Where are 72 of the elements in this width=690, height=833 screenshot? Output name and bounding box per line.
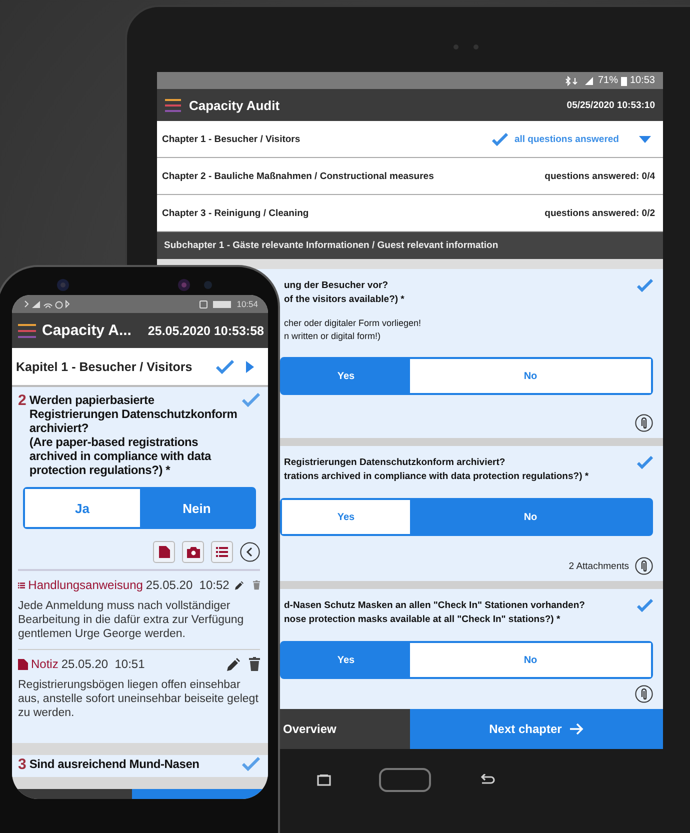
triangle-right-icon[interactable] xyxy=(246,360,254,372)
trash-icon[interactable] xyxy=(249,657,260,671)
entry-text: Jede Anmeldung muss nach vollständiger Bearbeitung in die dafür extra zur Verfügung gentlemen Urge George werden. xyxy=(18,599,245,641)
chapter-row[interactable]: Kapitel 1 - Besucher / Visitors xyxy=(12,348,268,387)
chapter-row[interactable]: Chapter 1 - Besucher / Visitors all questions answered xyxy=(157,121,663,158)
collapse-icon[interactable] xyxy=(240,542,260,562)
answer-button[interactable]: Yes xyxy=(282,359,410,393)
entry-type: Notiz xyxy=(31,657,58,671)
hint-text: cher oder digitaler Form vorliegen! xyxy=(284,317,422,330)
date-time: 05/25/2020 10:53:10 xyxy=(566,100,655,110)
question-text: Registrierungen Datenschutzkonform archiviert? xyxy=(284,456,506,470)
menu-icon[interactable] xyxy=(165,98,181,112)
chapter-row[interactable]: Chapter 2 - Bauliche Maßnahmen / Constructional measures questions answered: 0/4 xyxy=(157,158,663,195)
paperclip-icon[interactable] xyxy=(635,557,653,575)
note-icon xyxy=(18,658,28,670)
menu-icon[interactable] xyxy=(18,324,36,338)
chapter-status: questions answered: 0/4 xyxy=(544,170,655,182)
entry-text: Registrierungsbögen liegen offen einsehbar aus, anstelle sofort uneinsehbar beiseite gelegt zu werden. xyxy=(18,678,260,720)
list-button[interactable] xyxy=(211,541,233,563)
question-text: of the visitors available?) * xyxy=(284,293,406,307)
question-text: ung der Besucher vor? xyxy=(284,279,389,293)
note-icon xyxy=(158,546,170,558)
pencil-icon[interactable] xyxy=(235,578,244,592)
app-title: Capacity Audit xyxy=(189,98,281,112)
camera-button[interactable] xyxy=(182,541,204,563)
add-note-button[interactable] xyxy=(153,541,175,563)
answer-button[interactable]: Yes xyxy=(282,643,410,677)
entry-date: 25.05.20 10:51 xyxy=(61,657,145,671)
attachments-count: 2 Attachments xyxy=(568,560,629,572)
caret-icon[interactable] xyxy=(639,136,651,142)
camera-icon xyxy=(453,44,479,50)
entry-date: 25.05.20 10:52 xyxy=(146,578,230,592)
list-icon xyxy=(18,580,26,590)
camera-icon xyxy=(186,546,200,558)
battery-level: 71% xyxy=(598,75,618,86)
clock: 10:54 xyxy=(236,299,258,309)
subchapter-title: Subchapter 1 - Gäste relevante Informationen / Guest relevant information xyxy=(164,240,498,251)
recent-apps-icon[interactable] xyxy=(317,774,331,786)
date-time: 25.05.2020 10:53:58 xyxy=(148,324,264,338)
battery-icon xyxy=(620,76,627,86)
chapter-row[interactable]: Chapter 3 - Reinigung / Cleaning questions answered: 0/2 xyxy=(157,195,663,232)
chapter-title: Chapter 2 - Bauliche Maßnahmen / Constructional measures xyxy=(162,170,435,182)
battery-icon xyxy=(198,300,233,308)
answer-button[interactable]: No xyxy=(410,500,651,534)
question-number: 3 xyxy=(18,757,26,773)
question-text: trations archived in compliance with data protection regulations?) * xyxy=(284,470,590,484)
question-number: 2 xyxy=(18,393,26,409)
paperclip-icon[interactable] xyxy=(635,685,653,703)
question-text: Werden papierbasierte Registrierungen Datenschutzkonform archiviert? xyxy=(29,393,238,435)
home-button[interactable] xyxy=(379,768,431,792)
question-text: d-Nasen Schutz Masken an allen "Check In" Stationen vorhanden? xyxy=(284,599,586,613)
app-title: Capacity A... xyxy=(42,322,132,339)
answer-button[interactable]: Nein xyxy=(140,489,254,527)
status-icons xyxy=(24,300,72,308)
back-icon[interactable] xyxy=(479,774,495,786)
chapter-title: Chapter 3 - Reinigung / Cleaning xyxy=(162,208,310,218)
arrow-right-icon xyxy=(570,723,584,735)
chapter-status: questions answered: 0/2 xyxy=(544,208,655,218)
hint-text: n written or digital form!) xyxy=(284,330,382,343)
chapter-title: Kapitel 1 - Besucher / Visitors xyxy=(16,360,194,374)
pencil-icon[interactable] xyxy=(227,658,240,670)
list-icon xyxy=(216,547,228,557)
question-text: Sind ausreichend Mund-Nasen xyxy=(29,757,200,771)
chapter-status: all questions answered xyxy=(514,134,619,144)
question-text: (Are paper-based registrations archived in compliance with data protection regulations?) * xyxy=(29,435,212,477)
question-text: nose protection masks available at all "Check In" stations?) * xyxy=(284,613,562,627)
clock: 10:53 xyxy=(630,75,655,86)
next-chapter-button[interactable]: Next chapter xyxy=(410,709,663,749)
chapter-title: Chapter 1 - Besucher / Visitors xyxy=(162,134,302,144)
paperclip-icon[interactable] xyxy=(635,414,653,432)
status-icons xyxy=(564,76,595,86)
entry-type: Handlungsanweisung xyxy=(28,578,143,592)
